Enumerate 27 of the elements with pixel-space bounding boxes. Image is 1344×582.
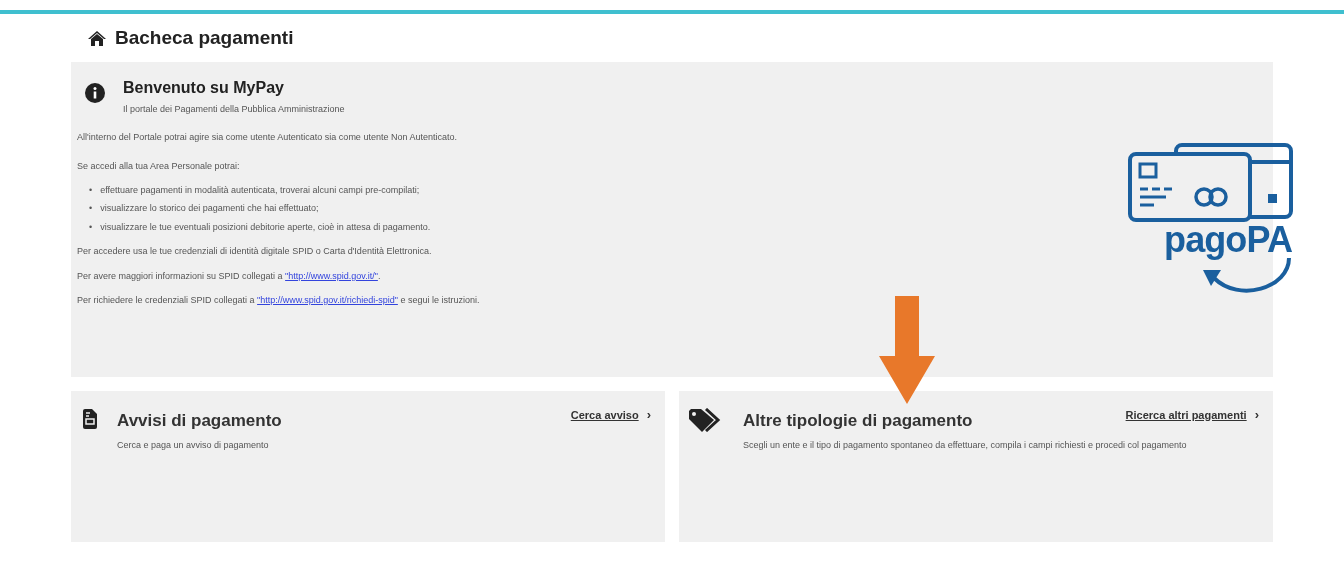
welcome-title: Benvenuto su MyPay [123, 78, 285, 98]
card-link[interactable]: Cerca avviso › [570, 405, 651, 425]
card-link[interactable]: Ricerca altri pagamenti › [1125, 405, 1259, 425]
bullet-marker: • [89, 202, 93, 215]
info-icon [85, 83, 105, 103]
card-title: Altre tipologie di pagamento [743, 410, 973, 432]
logo-text: pagoPA [1164, 222, 1292, 258]
document-icon [83, 409, 97, 429]
bullet-marker: • [89, 183, 93, 197]
bullet-item: effettuare pagamenti in modalità autenticata, troverai alcuni campi pre-compilati; [100, 183, 420, 197]
intro-text: All'interno del Portale potrai agire sia come utente Autenticato sia come utente Non Autenticato. [77, 130, 458, 144]
bullet-item: visualizzare lo storico dei pagamenti che hai effettuato; [100, 202, 319, 215]
home-icon [87, 29, 107, 47]
card-title: Avvisi di pagamento [117, 410, 282, 432]
info-paragraph: Per avere maggiori informazioni su SPID collegati a "http://www.spid.gov.it/". [77, 269, 382, 283]
page-title: Bacheca pagamenti [115, 25, 294, 50]
bullet-marker: • [89, 220, 93, 234]
spid-link[interactable]: "http://www.spid.gov.it/" [285, 270, 378, 281]
welcome-subtitle: Il portale dei Pagamenti della Pubblica Amministrazione [123, 103, 345, 116]
card-description: Cerca e paga un avviso di pagamento [117, 438, 270, 452]
list-heading: Se accedi alla tua Area Personale potrai: [77, 160, 241, 173]
spid-link[interactable]: "http://www.spid.gov.it/richiedi-spid" [257, 295, 398, 305]
card-description: Scegli un ente e il tipo di pagamento spontaneo da effettuare, compila i campi richiesti e procedi col pagamento [743, 438, 1188, 452]
bullet-item: visualizzare le tue eventuali posizioni debitorie aperte, cioè in attesa di pagamento. [100, 220, 431, 234]
access-note: Per accedere usa le tue credenziali di identità digitale SPID o Carta d'Identità Elettronica. [77, 245, 433, 258]
tags-icon [689, 408, 723, 432]
info-paragraph: Per richiedere le credenziali SPID collegati a "http://www.spid.gov.it/richiedi-spid" e segui le istruzioni. [77, 294, 481, 307]
